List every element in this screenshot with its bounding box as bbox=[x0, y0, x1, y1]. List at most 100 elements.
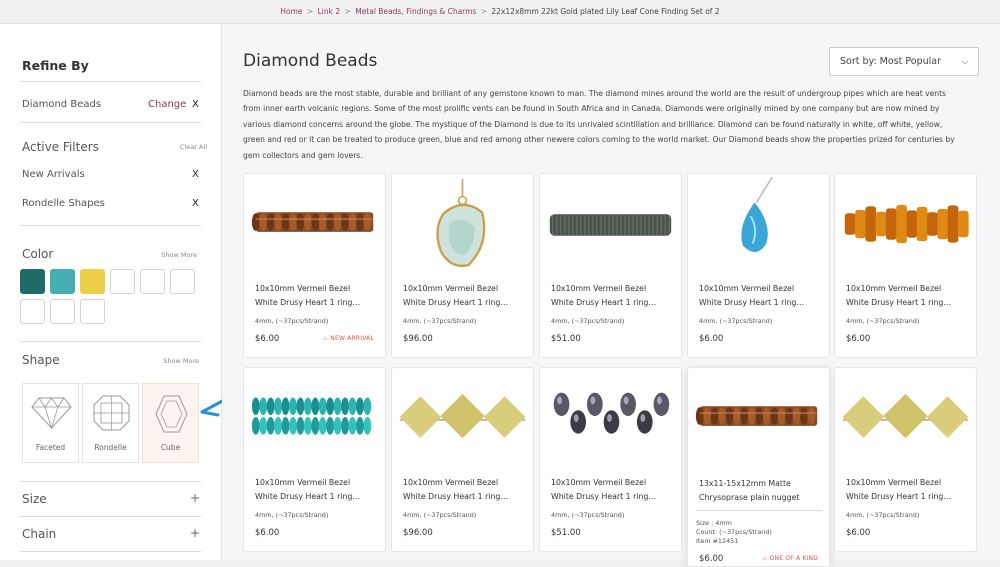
color-swatch[interactable] bbox=[20, 299, 45, 324]
product-price: $6.00 bbox=[846, 334, 871, 344]
product-meta: 4mm, (~37pcs/Strand) bbox=[551, 317, 625, 325]
flame-icon: ♨ bbox=[761, 555, 770, 562]
active-filter-rondelle-shapes: Rondelle Shapes bbox=[22, 198, 105, 209]
product-name[interactable]: 10x10mm Vermeil Bezel White Drusy Heart 1… bbox=[846, 476, 968, 504]
chevron-down-icon: ⌵ bbox=[961, 57, 968, 66]
product-name-line: 13x11-15x12mm Matte bbox=[699, 479, 791, 488]
product-name[interactable]: 10x10mm Vermeil Bezel White Drusy Heart 1… bbox=[699, 282, 821, 310]
product-item: Item #12451 bbox=[696, 537, 739, 545]
product-name-line: White Drusy Heart 1 ring… bbox=[846, 492, 952, 501]
product-card[interactable]: 10x10mm Vermeil Bezel White Drusy Heart 1… bbox=[834, 173, 977, 358]
category-label: Diamond Beads bbox=[22, 99, 102, 110]
product-card[interactable]: 10x10mm Vermeil Bezel White Drusy Heart 1… bbox=[243, 173, 386, 358]
product-price: $51.00 bbox=[551, 334, 581, 344]
breadcrumb-separator: > bbox=[344, 7, 351, 16]
product-image[interactable] bbox=[392, 174, 533, 276]
product-name-line: 10x10mm Vermeil Bezel bbox=[255, 478, 351, 487]
product-name[interactable]: 10x10mm Vermeil Bezel White Drusy Heart 1… bbox=[255, 476, 377, 504]
product-name[interactable]: 10x10mm Vermeil Bezel White Drusy Heart 1… bbox=[255, 282, 377, 310]
product-name[interactable]: 10x10mm Vermeil Bezel White Drusy Heart 1… bbox=[551, 476, 673, 504]
status-badge-label: ONE OF A KIND bbox=[769, 555, 818, 562]
divider bbox=[20, 81, 201, 82]
cube-icon bbox=[155, 395, 188, 433]
color-swatch[interactable] bbox=[80, 299, 105, 324]
product-image[interactable] bbox=[244, 174, 385, 276]
category-change-link[interactable]: Change bbox=[148, 99, 186, 110]
product-image[interactable] bbox=[835, 174, 976, 276]
product-name[interactable]: 10x10mm Vermeil Bezel White Drusy Heart 1… bbox=[403, 282, 525, 310]
color-title: Color bbox=[22, 247, 54, 261]
product-meta: 4mm, (~37pcs/Strand) bbox=[699, 317, 773, 325]
product-meta: 4mm, (~37pcs/Strand) bbox=[846, 317, 920, 325]
shape-show-more-link[interactable]: Show More bbox=[139, 357, 199, 365]
shape-option-faceted[interactable]: Faceted bbox=[22, 383, 79, 463]
product-name-line: Chrysoprase plain nugget bbox=[699, 493, 800, 502]
product-image[interactable] bbox=[244, 368, 385, 470]
active-filter-new-arrivals: New Arrivals bbox=[22, 169, 85, 180]
plus-icon[interactable]: + bbox=[190, 491, 200, 505]
product-image[interactable] bbox=[392, 368, 533, 470]
color-swatch[interactable] bbox=[110, 269, 135, 294]
breadcrumb-separator: > bbox=[480, 7, 488, 16]
product-price: $6.00 bbox=[846, 528, 871, 538]
color-swatch[interactable] bbox=[50, 269, 75, 294]
product-card[interactable]: 10x10mm Vermeil Bezel White Drusy Heart 1… bbox=[539, 367, 682, 552]
remove-filter-rondelle-shapes[interactable]: X bbox=[192, 198, 199, 209]
divider bbox=[20, 481, 201, 482]
product-name-line: White Drusy Heart 1 ring… bbox=[255, 492, 361, 501]
product-listing: Diamond Beads Sort by: Most Popular ⌵ Di… bbox=[222, 24, 1000, 567]
product-image[interactable] bbox=[540, 174, 681, 276]
size-accordion-title[interactable]: Size bbox=[22, 492, 47, 506]
shape-label: Cube bbox=[160, 443, 181, 452]
product-image[interactable] bbox=[688, 174, 829, 276]
color-swatch[interactable] bbox=[140, 269, 165, 294]
product-card[interactable]: 10x10mm Vermeil Bezel White Drusy Heart 1… bbox=[834, 367, 977, 552]
filter-sidebar: Refine By Diamond Beads Change X Active … bbox=[0, 24, 222, 560]
color-swatch[interactable] bbox=[80, 269, 105, 294]
product-price: $96.00 bbox=[403, 334, 433, 344]
product-name-line: 10x10mm Vermeil Bezel bbox=[551, 478, 647, 487]
product-card[interactable]: 10x10mm Vermeil Bezel White Drusy Heart 1… bbox=[243, 367, 386, 552]
breadcrumb-link-2[interactable]: Link 2 bbox=[318, 7, 341, 16]
product-price: $6.00 bbox=[255, 334, 280, 344]
product-name-line: 10x10mm Vermeil Bezel bbox=[846, 478, 942, 487]
divider bbox=[20, 122, 201, 123]
remove-filter-new-arrivals[interactable]: X bbox=[192, 169, 199, 180]
product-name-line: White Drusy Heart 1 ring… bbox=[403, 298, 509, 307]
sort-dropdown[interactable]: Sort by: Most Popular ⌵ bbox=[829, 47, 979, 76]
breadcrumb-link-home[interactable]: Home bbox=[280, 7, 302, 16]
product-name[interactable]: 10x10mm Vermeil Bezel White Drusy Heart 1… bbox=[403, 476, 525, 504]
color-swatch[interactable] bbox=[20, 269, 45, 294]
refine-by-title: Refine By bbox=[22, 58, 89, 73]
status-badge: ♨ ONE OF A KIND bbox=[762, 555, 818, 562]
shape-title: Shape bbox=[22, 353, 60, 367]
plus-icon[interactable]: + bbox=[190, 526, 200, 540]
product-name-line: White Drusy Heart 1 ring… bbox=[255, 298, 361, 307]
page-title: Diamond Beads bbox=[243, 51, 378, 71]
product-card[interactable]: 10x10mm Vermeil Bezel White Drusy Heart 1… bbox=[391, 367, 534, 552]
status-badge-label: NEW ARRIVAL bbox=[330, 335, 374, 342]
shape-label: Rondelle bbox=[94, 443, 127, 452]
product-name[interactable]: 13x11-15x12mm Matte Chrysoprase plain nug… bbox=[699, 477, 821, 505]
shape-option-cube[interactable]: Cube bbox=[142, 383, 199, 463]
color-swatch[interactable] bbox=[170, 269, 195, 294]
product-card[interactable]: 10x10mm Vermeil Bezel White Drusy Heart 1… bbox=[687, 173, 830, 358]
product-image[interactable] bbox=[688, 368, 829, 470]
product-name[interactable]: 10x10mm Vermeil Bezel White Drusy Heart 1… bbox=[551, 282, 673, 310]
breadcrumb-separator: > bbox=[306, 7, 314, 16]
clear-all-link[interactable]: Clear All bbox=[147, 143, 207, 151]
color-show-more-link[interactable]: Show More bbox=[137, 251, 197, 259]
category-remove-button[interactable]: X bbox=[192, 99, 199, 110]
product-card[interactable]: 13x11-15x12mm Matte Chrysoprase plain nug… bbox=[687, 367, 830, 567]
product-image[interactable] bbox=[540, 368, 681, 470]
product-image[interactable] bbox=[835, 368, 976, 470]
product-card[interactable]: 10x10mm Vermeil Bezel White Drusy Heart 1… bbox=[539, 173, 682, 358]
product-name[interactable]: 10x10mm Vermeil Bezel White Drusy Heart 1… bbox=[846, 282, 968, 310]
breadcrumb-link-metal-beads[interactable]: Metal Beads, Findings & Charms bbox=[355, 7, 476, 16]
product-name-line: White Drusy Heart 1 ring… bbox=[551, 492, 657, 501]
product-card[interactable]: 10x10mm Vermeil Bezel White Drusy Heart 1… bbox=[391, 173, 534, 358]
divider bbox=[20, 551, 201, 552]
color-swatch[interactable] bbox=[50, 299, 75, 324]
chain-accordion-title[interactable]: Chain bbox=[22, 527, 56, 541]
shape-option-rondelle[interactable]: Rondelle bbox=[82, 383, 139, 463]
